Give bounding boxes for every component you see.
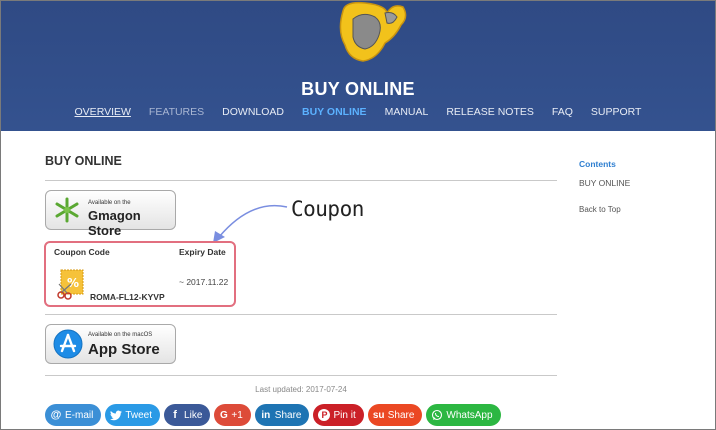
main-nav: OVERVIEW FEATURES DOWNLOAD BUY ONLINE MA…: [1, 106, 715, 118]
share-tweet-button[interactable]: Tweet: [105, 404, 161, 426]
share-label: E-mail: [65, 409, 94, 421]
share-label: WhatsApp: [446, 409, 493, 421]
svg-text:%: %: [67, 276, 79, 290]
coupon-code-header: Coupon Code: [54, 247, 110, 257]
share-label: Like: [184, 409, 203, 421]
toc-title: Contents: [579, 159, 616, 169]
share-email-button[interactable]: @ E-mail: [45, 404, 102, 426]
share-linkedin-button[interactable]: in Share: [254, 404, 310, 426]
toc-item-buy-online[interactable]: BUY ONLINE: [579, 178, 630, 188]
share-label: Pin it: [333, 409, 356, 421]
app-logo-icon: [339, 1, 407, 62]
share-google-plus-button[interactable]: G +1: [214, 404, 251, 426]
site-title: BUY ONLINE: [301, 79, 415, 99]
nav-support[interactable]: SUPPORT: [591, 106, 642, 118]
google-plus-icon: G: [220, 409, 228, 421]
whatsapp-icon: [432, 409, 443, 421]
share-label: Share: [274, 409, 302, 421]
facebook-icon: f: [173, 409, 177, 421]
nav-overview[interactable]: OVERVIEW: [75, 106, 131, 118]
divider: [45, 180, 557, 181]
badge-title: Gmagon Store: [88, 208, 141, 238]
nav-download[interactable]: DOWNLOAD: [222, 106, 284, 118]
badge-title: App Store: [88, 341, 160, 358]
share-whatsapp-button[interactable]: WhatsApp: [426, 404, 501, 426]
pinterest-icon: P: [318, 409, 331, 421]
nav-release-notes[interactable]: RELEASE NOTES: [446, 106, 534, 118]
gmagon-store-button[interactable]: Available on the Gmagon Store: [45, 190, 176, 238]
coupon-scissors-icon: %: [57, 269, 84, 300]
share-bar: @ E-mail Tweet f Like G +1 in Share P Pi…: [45, 404, 501, 426]
nav-features[interactable]: FEATURES: [149, 106, 204, 118]
coupon-callout: Coupon: [291, 197, 364, 221]
nav-faq[interactable]: FAQ: [552, 106, 573, 118]
share-stumbleupon-button[interactable]: su Share: [367, 404, 423, 426]
share-label: Share: [387, 409, 415, 421]
badge-caption: Available on the: [88, 200, 131, 206]
share-pinterest-button[interactable]: P Pin it: [313, 404, 364, 426]
app-store-icon: [53, 329, 83, 359]
badge-caption: Available on the macOS: [88, 332, 153, 338]
nav-buy-online[interactable]: BUY ONLINE: [302, 106, 367, 118]
divider: [45, 375, 557, 376]
last-updated: Last updated: 2017-07-24: [255, 385, 347, 394]
share-label: Tweet: [125, 409, 153, 421]
stumbleupon-icon: su: [372, 409, 385, 421]
coupon-code-value[interactable]: ROMA-FL12-KYVP: [90, 292, 165, 302]
expiry-date-value: ~ 2017.11.22: [179, 277, 229, 287]
share-facebook-button[interactable]: f Like: [164, 404, 211, 426]
app-store-button[interactable]: Available on the macOS App Store: [45, 324, 176, 364]
twitter-icon: [110, 410, 123, 420]
share-label: +1: [231, 409, 243, 421]
at-icon: @: [50, 409, 62, 421]
coupon-box: Coupon Code Expiry Date % ROMA-FL12-KYVP…: [44, 241, 236, 307]
nav-manual[interactable]: MANUAL: [385, 106, 429, 118]
expiry-date-header: Expiry Date: [179, 247, 226, 257]
table-of-contents: Contents BUY ONLINE Back to Top: [579, 159, 630, 214]
divider: [45, 314, 557, 315]
back-to-top-link[interactable]: Back to Top: [579, 205, 630, 214]
linkedin-icon: in: [261, 409, 271, 421]
site-header: BUY ONLINE OVERVIEW FEATURES DOWNLOAD BU…: [1, 1, 715, 131]
snowflake-icon: [55, 197, 79, 223]
page-heading: BUY ONLINE: [45, 154, 122, 168]
